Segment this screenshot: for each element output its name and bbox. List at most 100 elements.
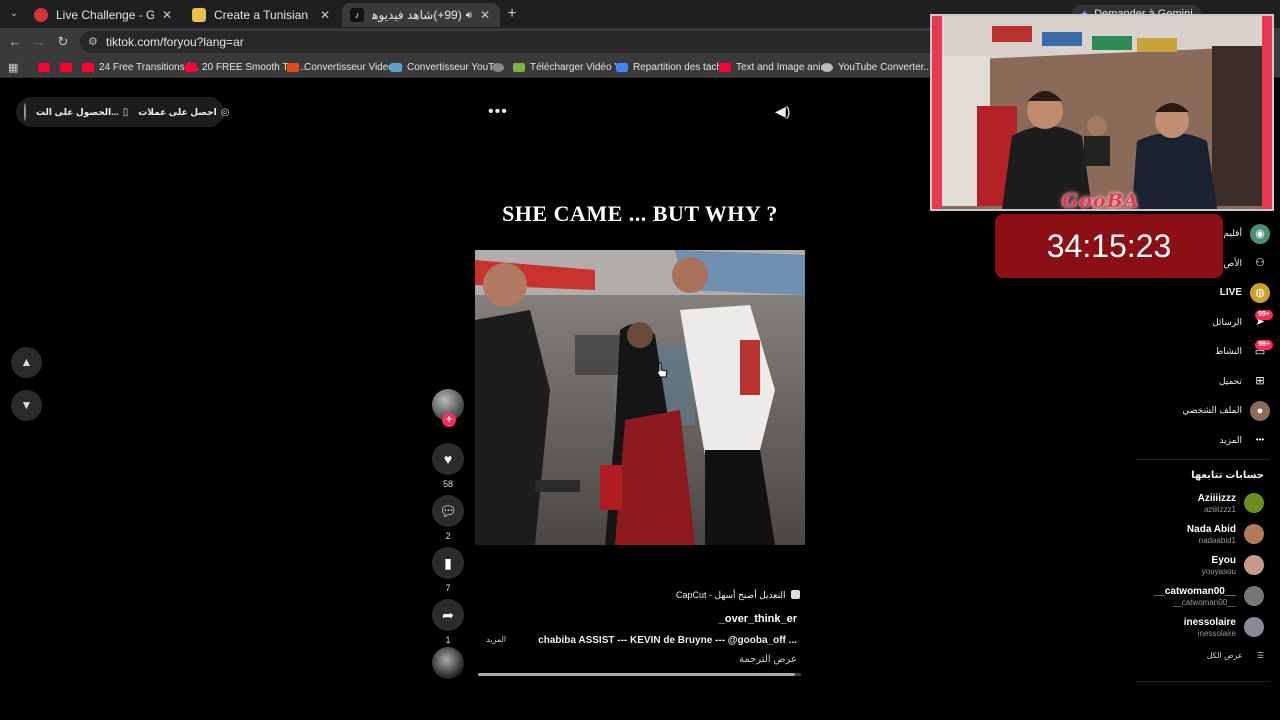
sidebar-item[interactable]: تحميل ⊞ [1140, 367, 1270, 397]
bookmark-item[interactable] [60, 59, 77, 75]
following-account[interactable]: Nada Abid nadaabid1 [1130, 520, 1264, 548]
webcam-overlay [930, 14, 1274, 211]
bookmark-item[interactable] [492, 59, 509, 75]
video-caption: المزيد chabiba ASSIST --- KEVIN de Bruyn… [480, 635, 797, 646]
bookmark-item[interactable]: YouTube Converter... [821, 59, 932, 75]
tab-close-icon[interactable]: ✕ [318, 8, 332, 22]
coin-icon: ◎ [220, 106, 230, 118]
bookmark-item[interactable]: Repartition des tach... [616, 59, 730, 75]
profile-icon: ● [1250, 400, 1270, 421]
sidebar-item-label: الرسائل [1212, 316, 1242, 327]
account-names: Nada Abid nadaabid1 [1187, 524, 1236, 545]
account-name: inessolaire [1183, 616, 1236, 628]
account-name: __catwoman00__ [1153, 585, 1236, 597]
more-icon: ••• [1255, 435, 1265, 445]
video-player[interactable] [475, 250, 805, 545]
sidebar-item-label: الأص [1223, 257, 1242, 268]
geoguessr-favicon-icon [34, 8, 48, 22]
bookmark-item[interactable]: Convertisseur YouT... [390, 59, 502, 75]
music-disc-icon[interactable] [432, 647, 464, 679]
creator-avatar[interactable]: + [432, 389, 464, 427]
share-arrow-icon: ➦ [442, 607, 454, 623]
tab-tiktok[interactable]: ♪ (99+)شاهد فيديوهات متصدرة 🔊︎ ✕ [342, 3, 500, 27]
reload-icon[interactable]: ↻ [55, 34, 71, 50]
account-name: Eyou [1211, 554, 1236, 566]
capcut-anchor[interactable]: CapCut - التعديل أصبح أسهل [676, 590, 801, 601]
back-arrow-icon[interactable]: ← [7, 34, 23, 50]
more-link[interactable]: المزيد [486, 635, 506, 644]
bookmark-icon: ▮ [444, 555, 452, 571]
action-column: + ♥ 58 💬︎ 2 ▮ 7 ➦ 1 [431, 389, 465, 647]
see-translation-link[interactable]: عرض الترجمة [600, 654, 797, 665]
brand-logo: GooBA [1062, 190, 1140, 212]
avatar[interactable] [24, 103, 26, 121]
bookmark-item[interactable]: Text and Image ani... [719, 59, 829, 75]
account-name: Nada Abid [1186, 523, 1236, 535]
video-title: SHE CAME ... BUT WHY ? [502, 201, 778, 226]
audio-playing-icon[interactable]: 🔊︎ [466, 10, 472, 21]
tab-geoguessr[interactable]: Live Challenge - GeoGuessr ✕ [26, 3, 182, 27]
forward-arrow-icon[interactable]: → [31, 34, 47, 50]
get-coins-button[interactable]: احصل على عملات ◎ [138, 107, 229, 118]
like-button[interactable]: ♥ [432, 443, 464, 475]
stream-timer: 34:15:23 [995, 214, 1223, 278]
tab-close-icon[interactable]: ✕ [160, 8, 174, 22]
account-names: inessolaire inessolaire [1184, 617, 1236, 638]
author-username[interactable]: _over_think_er [600, 613, 797, 625]
site-info-icon[interactable]: ⚙ [88, 31, 98, 53]
sidebar-item-label: تحميل [1218, 375, 1242, 386]
comment-icon: 💬︎ [439, 503, 457, 519]
sidebar-item[interactable]: الملف الشخصي ● [1140, 396, 1270, 426]
friends-icon: ⚇ [1255, 257, 1265, 270]
bookmark-item[interactable] [38, 59, 55, 75]
account-name: Aziiiizzz [1197, 492, 1236, 504]
phone-icon: ▯ [122, 106, 129, 118]
volume-icon[interactable]: ◀) [775, 103, 790, 120]
mouse-cursor-icon [656, 362, 668, 378]
bookmark-item[interactable]: Télécharger Vidéo Y... [513, 59, 628, 75]
avatar [1244, 617, 1264, 637]
previous-video-button[interactable]: ▲ [11, 347, 42, 378]
tab-close-icon[interactable]: ✕ [478, 8, 492, 22]
explore-icon: ◉ [1250, 223, 1270, 244]
sidebar-item-label: LIVE [1219, 287, 1242, 299]
next-video-button[interactable]: ▼ [11, 390, 42, 421]
bookmark-item[interactable]: Convertisseur Video... [287, 59, 402, 75]
sidebar-divider [1136, 681, 1270, 682]
save-count: 7 [445, 583, 451, 593]
following-account[interactable]: Eyou youyasou [1130, 551, 1264, 579]
caption-text: chabiba ASSIST --- KEVIN de Bruyne --- @… [538, 635, 797, 646]
following-account[interactable]: Aziiiizzz aziiiizzz1 [1130, 489, 1264, 517]
save-button[interactable]: ▮ [432, 547, 464, 579]
video-progress-fill [478, 673, 795, 676]
account-handle: inessolaire [1197, 628, 1236, 638]
new-tab-icon[interactable]: + [503, 5, 521, 23]
tab-title: Live Challenge - GeoGuessr [56, 8, 154, 22]
get-app-button[interactable]: الحصول على الت... ▯ [36, 107, 128, 118]
tab-tier-list[interactable]: Create a Tunisian Food Tier List ✕ [184, 3, 340, 27]
sidebar-item[interactable]: النشاط ▭ 99+ [1140, 337, 1273, 367]
list-icon: ☰ [1256, 651, 1264, 660]
sidebar-item[interactable]: الرسائل ➤ 99+ [1140, 308, 1273, 338]
sidebar-item[interactable]: LIVE ◍ [1140, 278, 1270, 308]
tab-search-icon[interactable]: ⌄ [6, 6, 22, 22]
following-account[interactable]: __catwoman00__ __catwoman00__ [1130, 582, 1264, 610]
tab-title: Create a Tunisian Food Tier List [214, 8, 312, 22]
comment-button[interactable]: 💬︎ [432, 495, 464, 527]
video-progress-bar[interactable] [478, 673, 801, 676]
share-button[interactable]: ➦ [432, 599, 464, 631]
see-all-link[interactable]: عرض الكل ☰ [1140, 651, 1264, 660]
video-frame-image [475, 250, 805, 545]
comment-count: 2 [445, 531, 451, 541]
live-icon: ◍ [1250, 282, 1270, 303]
account-names: __catwoman00__ __catwoman00__ [1154, 586, 1236, 607]
following-account[interactable]: inessolaire inessolaire [1130, 613, 1264, 641]
like-count: 58 [442, 479, 453, 489]
more-options-icon[interactable]: ••• [488, 103, 508, 121]
sidebar-item-label: أقليم [1223, 228, 1243, 239]
bookmark-item[interactable]: 24 Free Transitions f... [82, 59, 199, 75]
follow-plus-icon[interactable]: + [442, 413, 456, 427]
avatar [1244, 493, 1264, 513]
apps-grid-icon[interactable]: ▦ [8, 59, 18, 75]
sidebar-item[interactable]: المزيد ••• [1140, 426, 1270, 456]
